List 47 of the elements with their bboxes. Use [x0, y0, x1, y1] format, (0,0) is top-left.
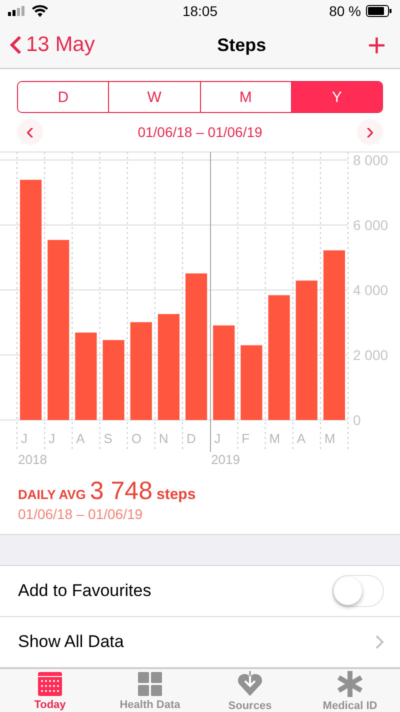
back-chevron-icon: [10, 35, 22, 55]
screen-title: Steps: [217, 34, 266, 56]
next-button[interactable]: ›: [357, 119, 383, 145]
battery-icon: [366, 5, 392, 17]
axis-label: S: [104, 431, 112, 446]
daily-avg-label: DAILY AVG: [18, 487, 86, 502]
axis-label: J: [214, 431, 221, 446]
year-label: 2018: [18, 452, 47, 467]
axis-label: D: [186, 431, 196, 446]
axis-label: J: [48, 431, 56, 446]
grid-icon: [137, 670, 163, 697]
favourite-switch[interactable]: [332, 575, 384, 608]
wifi-icon: [32, 5, 48, 17]
axis-label: A: [296, 431, 306, 446]
back-button[interactable]: 13 May: [10, 33, 120, 57]
chevron-right-icon: [375, 635, 384, 650]
add-button[interactable]: +: [363, 29, 390, 61]
tab-bar-item[interactable]: Medical ID: [300, 669, 400, 712]
tab-bar-item[interactable]: Health Data: [100, 669, 200, 712]
axis-label: 2 000: [353, 347, 388, 363]
tab-bar-item[interactable]: Today: [0, 669, 100, 712]
row-label: Add to Favourites: [18, 581, 152, 602]
axis-label: M: [324, 431, 336, 446]
tab-bar-item[interactable]: Sources: [200, 669, 300, 712]
period-tab[interactable]: Y: [290, 82, 382, 112]
unit-label: steps: [156, 486, 196, 503]
asterisk-icon: [336, 670, 364, 698]
calendar-icon: [37, 670, 63, 697]
axis-label: M: [269, 431, 280, 446]
date-range: 01/06/18 – 01/06/19: [18, 506, 144, 522]
axis-label: 4 000: [353, 282, 388, 298]
date-range: 01/06/18 – 01/06/19: [138, 124, 262, 140]
daily-avg-value: 3 748: [90, 477, 152, 506]
row-label[interactable]: Show All Data: [18, 632, 124, 652]
axis-label: 0: [353, 412, 361, 428]
year-label: 2019: [211, 452, 240, 467]
axis-label: N: [158, 431, 168, 446]
axis-label: J: [21, 431, 28, 446]
signal-icon: [8, 6, 26, 16]
axis-label: 6 000: [353, 217, 388, 233]
axis-label: O: [131, 431, 142, 446]
axis-label: F: [242, 431, 250, 446]
battery-percent: 80 %: [329, 3, 361, 19]
clock-time: 18:05: [182, 3, 218, 19]
previous-button[interactable]: ‹: [17, 119, 43, 145]
axis-label: 8 000: [353, 152, 388, 168]
axis-label: A: [76, 431, 85, 446]
